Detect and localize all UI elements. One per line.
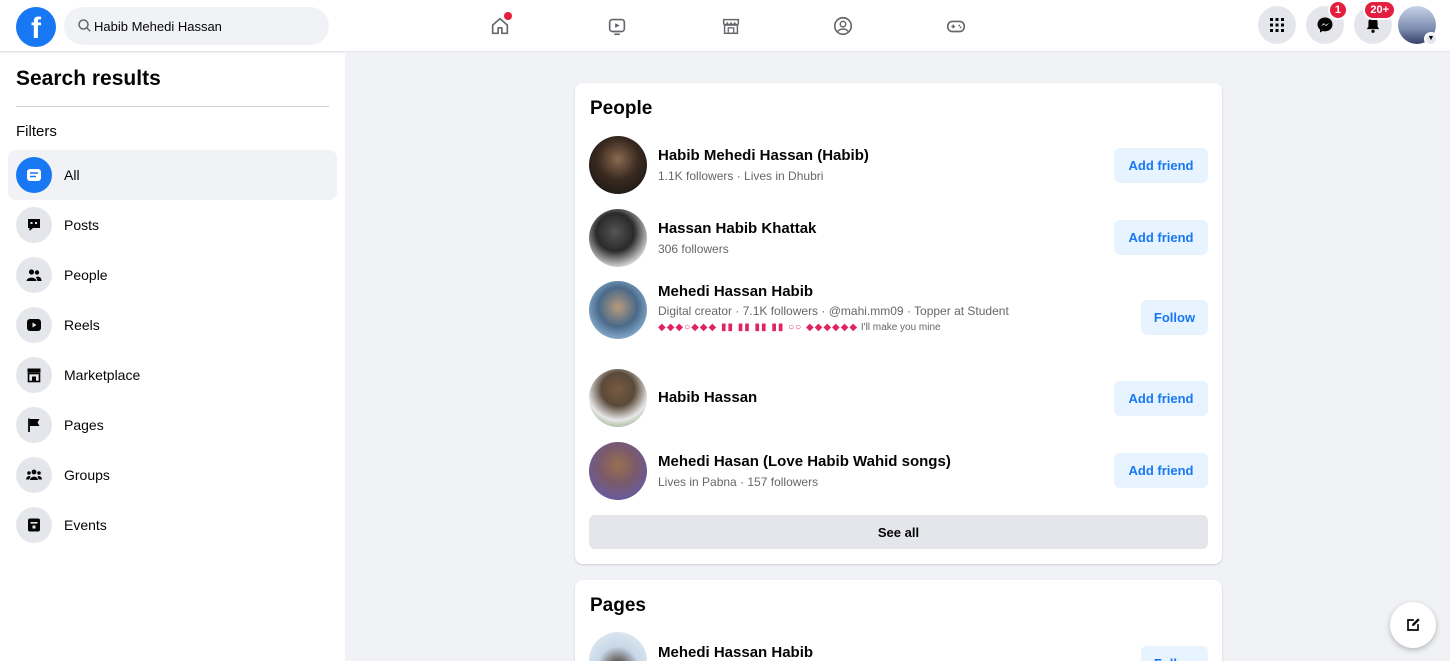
marketplace-icon bbox=[722, 18, 740, 35]
person-name[interactable]: Mehedi Hassan Habib bbox=[658, 283, 813, 300]
person-name[interactable]: Habib Hassan bbox=[658, 389, 757, 406]
grid-menu-icon bbox=[1270, 18, 1284, 32]
filter-label: Marketplace bbox=[64, 367, 141, 383]
messenger-button[interactable]: 1 bbox=[1306, 0, 1348, 44]
filter-events[interactable]: Events bbox=[8, 500, 337, 550]
messenger-badge: 1 bbox=[1327, 0, 1348, 20]
new-message-button[interactable] bbox=[1390, 602, 1436, 648]
filter-people[interactable]: People bbox=[8, 250, 337, 300]
chevron-down-icon: ▼ bbox=[1424, 32, 1438, 46]
avatar[interactable] bbox=[589, 442, 647, 500]
avatar[interactable] bbox=[589, 369, 647, 427]
menu-button[interactable] bbox=[1258, 6, 1296, 44]
person-meta: Digital creator · 7.1K followers · @mahi… bbox=[658, 304, 1009, 318]
follow-button[interactable]: Follow bbox=[1141, 300, 1208, 335]
avatar[interactable] bbox=[589, 281, 647, 339]
gaming-tab[interactable] bbox=[938, 8, 974, 44]
filter-label: Events bbox=[64, 517, 107, 533]
groups-tab[interactable] bbox=[825, 8, 861, 44]
add-friend-button[interactable]: Add friend bbox=[1114, 453, 1208, 488]
page-name[interactable]: Mehedi Hassan Habib bbox=[658, 644, 813, 661]
pages-icon bbox=[16, 407, 52, 443]
search-sidebar: Search results Filters All Posts People … bbox=[0, 53, 345, 661]
video-tab[interactable] bbox=[599, 8, 635, 44]
filter-marketplace[interactable]: Marketplace bbox=[8, 350, 337, 400]
filter-label: People bbox=[64, 267, 108, 283]
video-icon bbox=[608, 18, 626, 36]
filter-all[interactable]: All bbox=[8, 150, 337, 200]
avatar[interactable] bbox=[589, 209, 647, 267]
filter-label: Pages bbox=[64, 417, 104, 433]
avatar[interactable] bbox=[589, 632, 647, 661]
filter-label: All bbox=[64, 167, 80, 183]
home-tab[interactable] bbox=[482, 8, 518, 44]
notifications-button[interactable]: 20+ bbox=[1354, 0, 1396, 44]
follow-button[interactable]: Follow bbox=[1141, 646, 1208, 661]
posts-icon bbox=[16, 207, 52, 243]
person-name[interactable]: Habib Mehedi Hassan (Habib) bbox=[658, 147, 869, 164]
search-icon bbox=[78, 19, 91, 32]
people-heading: People bbox=[590, 98, 653, 119]
person-meta: Lives in Pabna · 157 followers bbox=[658, 475, 819, 489]
all-icon bbox=[16, 157, 52, 193]
bio-symbols: ◆◆◆○◆◆◆ ▮▮ ▮▮ ▮▮ ▮▮ ○○ ◆◆◆◆◆◆ bbox=[658, 322, 859, 333]
filter-label: Groups bbox=[64, 467, 110, 483]
filter-reels[interactable]: Reels bbox=[8, 300, 337, 350]
filter-label: Reels bbox=[64, 317, 100, 333]
filter-pages[interactable]: Pages bbox=[8, 400, 337, 450]
filters-label: Filters bbox=[16, 123, 57, 140]
person-name[interactable]: Mehedi Hasan (Love Habib Wahid songs) bbox=[658, 453, 951, 470]
bio-text: I'll make you mine bbox=[860, 322, 941, 333]
events-icon bbox=[16, 507, 52, 543]
home-notification-dot bbox=[504, 12, 512, 20]
notifications-badge: 20+ bbox=[1363, 0, 1396, 20]
person-bio: ◆◆◆○◆◆◆ ▮▮ ▮▮ ▮▮ ▮▮ ○○ ◆◆◆◆◆◆ I'll make … bbox=[658, 320, 1108, 336]
divider bbox=[16, 106, 329, 107]
filter-label: Posts bbox=[64, 217, 100, 233]
gaming-icon bbox=[946, 20, 966, 33]
compose-icon bbox=[1407, 618, 1420, 631]
reels-icon bbox=[16, 307, 52, 343]
groups-icon bbox=[16, 457, 52, 493]
search-input[interactable] bbox=[94, 7, 319, 45]
pages-heading: Pages bbox=[590, 595, 646, 616]
see-all-button[interactable]: See all bbox=[589, 515, 1208, 549]
add-friend-button[interactable]: Add friend bbox=[1114, 148, 1208, 183]
pages-results-card: Pages Mehedi Hassan Habib Follow bbox=[575, 580, 1222, 661]
add-friend-button[interactable]: Add friend bbox=[1114, 381, 1208, 416]
people-icon bbox=[16, 257, 52, 293]
person-name[interactable]: Hassan Habib Khattak bbox=[658, 220, 816, 237]
facebook-logo[interactable]: f bbox=[16, 7, 56, 47]
account-avatar[interactable]: ▼ bbox=[1398, 6, 1438, 46]
search-box[interactable] bbox=[64, 7, 329, 45]
add-friend-button[interactable]: Add friend bbox=[1114, 220, 1208, 255]
filter-groups[interactable]: Groups bbox=[8, 450, 337, 500]
page-title: Search results bbox=[16, 67, 161, 90]
marketplace-tab[interactable] bbox=[713, 8, 749, 44]
groups-icon bbox=[833, 16, 853, 36]
avatar[interactable] bbox=[589, 136, 647, 194]
person-meta: 306 followers bbox=[658, 242, 729, 256]
people-results-card: People Habib Mehedi Hassan (Habib) 1.1K … bbox=[575, 83, 1222, 564]
filter-posts[interactable]: Posts bbox=[8, 200, 337, 250]
marketplace-icon bbox=[16, 357, 52, 393]
person-meta: 1.1K followers · Lives in Dhubri bbox=[658, 169, 824, 183]
top-navigation-bar: f 1 20+ ▼ bbox=[0, 0, 1450, 52]
